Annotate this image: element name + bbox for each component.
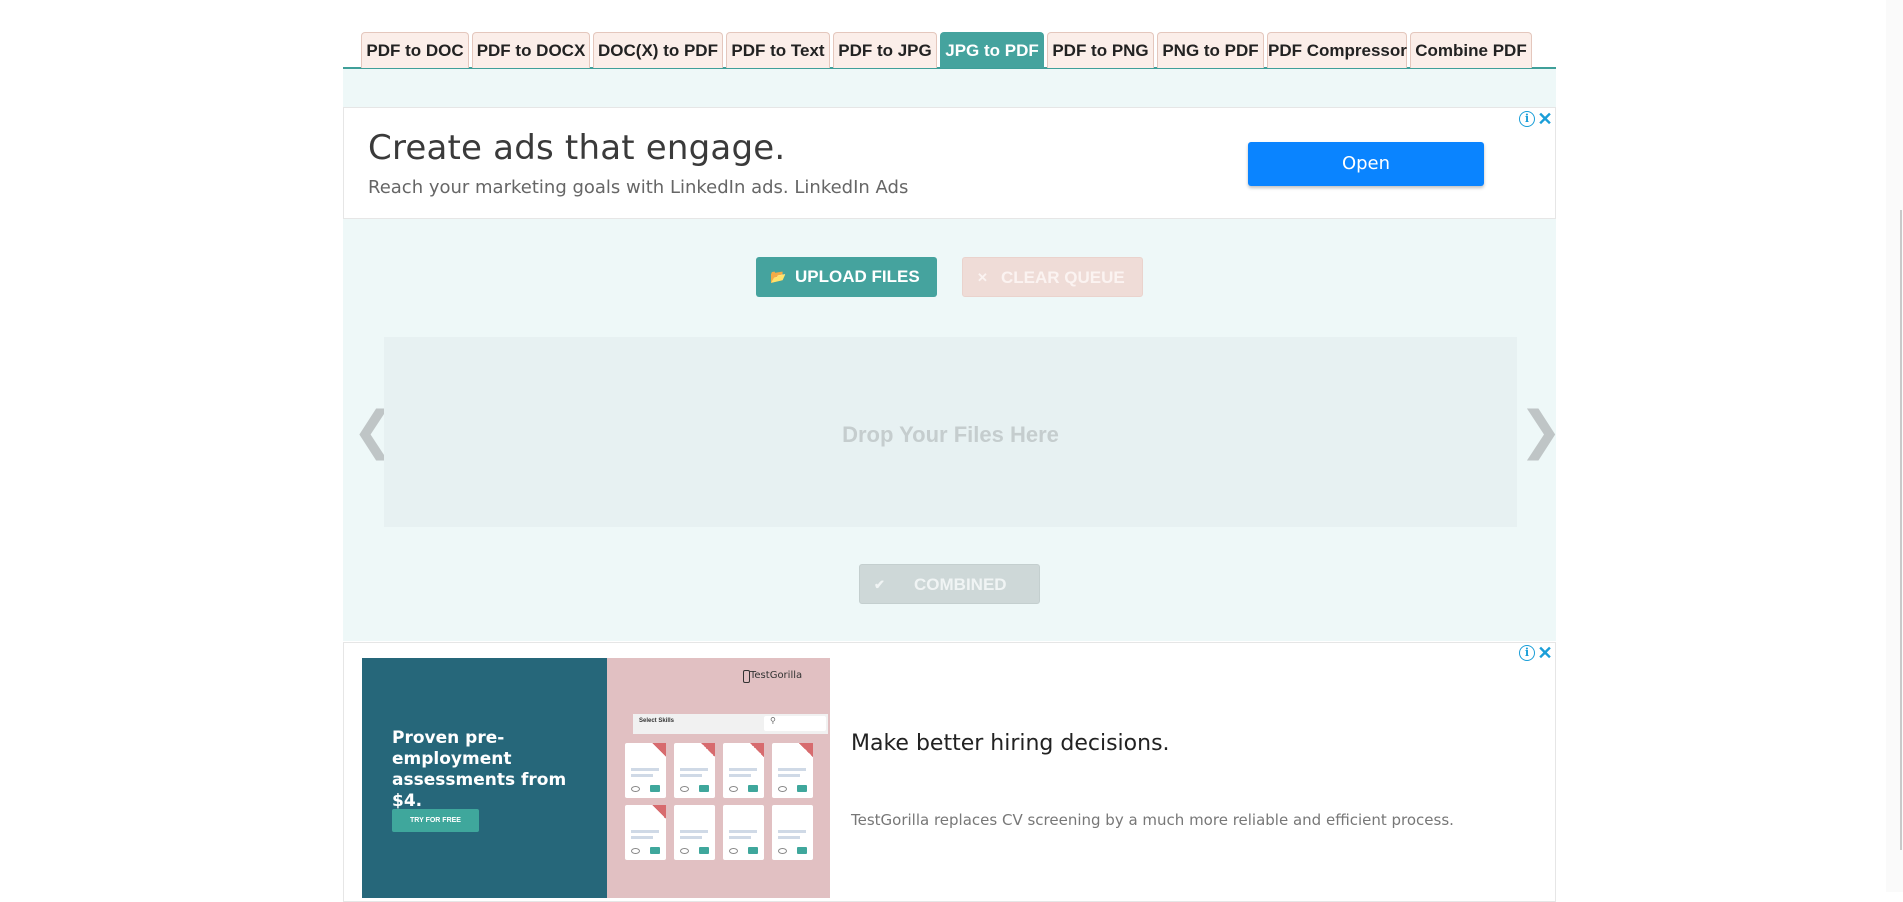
close-icon[interactable]: ✕	[1537, 644, 1553, 662]
card-ribbon	[652, 805, 666, 819]
card-line	[729, 774, 751, 777]
ad-choices-icon[interactable]: i	[1519, 645, 1535, 661]
close-icon: ✕	[977, 270, 988, 285]
skills-header: Select Skills ⚲	[633, 714, 828, 734]
page-scrollbar[interactable]	[1886, 0, 1903, 892]
tab-bar: PDF to DOC PDF to DOCX DOC(X) to PDF PDF…	[343, 0, 1556, 69]
card-line	[680, 830, 708, 833]
clear-queue-button[interactable]: ✕ CLEAR QUEUE	[962, 257, 1143, 297]
card-line	[778, 836, 800, 839]
ad-banner: Proven pre-employment assessments from $…	[362, 658, 607, 898]
folder-icon: 📂	[770, 269, 787, 284]
skill-card	[625, 805, 666, 860]
card-ribbon	[701, 743, 715, 757]
ad-product-image: TestGorilla Select Skills ⚲	[607, 658, 830, 898]
upload-files-label: UPLOAD FILES	[795, 267, 920, 286]
combined-label: COMBINED	[914, 575, 1007, 594]
testgorilla-logo-icon	[743, 670, 750, 683]
skill-card	[723, 805, 764, 860]
tab-png-to-pdf[interactable]: PNG to PDF	[1157, 32, 1264, 68]
card-line	[680, 836, 702, 839]
eye-icon	[631, 786, 640, 792]
eye-icon	[778, 848, 787, 854]
tab-pdf-to-docx[interactable]: PDF to DOCX	[472, 32, 590, 68]
eye-icon	[729, 786, 738, 792]
card-line	[680, 774, 702, 777]
add-icon	[748, 847, 758, 854]
ad-headline: Make better hiring decisions.	[851, 731, 1170, 756]
card-line	[680, 768, 708, 771]
brand-logo: TestGorilla	[750, 670, 803, 681]
tab-pdf-to-jpg[interactable]: PDF to JPG	[833, 32, 937, 68]
add-icon	[699, 785, 709, 792]
ad-body: TestGorilla replaces CV screening by a m…	[851, 811, 1454, 829]
ad-open-button[interactable]: Open	[1248, 142, 1484, 186]
testgorilla-ad[interactable]: Proven pre-employment assessments from $…	[343, 642, 1556, 902]
ad-text: Reach your marketing goals with LinkedIn…	[368, 177, 909, 198]
skill-card	[772, 805, 813, 860]
card-line	[631, 774, 653, 777]
clear-queue-label: CLEAR QUEUE	[1001, 268, 1125, 287]
search-icon: ⚲	[770, 716, 776, 725]
card-line	[778, 774, 800, 777]
skill-card	[625, 743, 666, 798]
combined-button[interactable]: ✔ COMBINED	[859, 564, 1040, 604]
card-line	[778, 768, 806, 771]
skills-search: ⚲	[764, 716, 826, 731]
upload-files-button[interactable]: 📂 UPLOAD FILES	[756, 257, 937, 297]
skill-card	[674, 805, 715, 860]
card-line	[631, 830, 659, 833]
tab-pdf-to-png[interactable]: PDF to PNG	[1047, 32, 1154, 68]
skill-card	[723, 743, 764, 798]
skill-card	[772, 743, 813, 798]
eye-icon	[778, 786, 787, 792]
card-ribbon	[652, 743, 666, 757]
add-icon	[699, 847, 709, 854]
add-icon	[748, 785, 758, 792]
tab-docx-to-pdf[interactable]: DOC(X) to PDF	[593, 32, 723, 68]
card-line	[631, 836, 653, 839]
tab-jpg-to-pdf[interactable]: JPG to PDF	[940, 32, 1044, 68]
eye-icon	[680, 848, 689, 854]
card-ribbon	[750, 743, 764, 757]
card-line	[778, 830, 806, 833]
skills-title: Select Skills	[639, 718, 675, 724]
eye-icon	[729, 848, 738, 854]
add-icon	[797, 785, 807, 792]
check-icon: ✔	[874, 577, 885, 592]
add-icon	[650, 785, 660, 792]
tab-pdf-compressor[interactable]: PDF Compressor	[1267, 32, 1407, 68]
tab-pdf-to-text[interactable]: PDF to Text	[726, 32, 830, 68]
card-line	[729, 768, 757, 771]
linkedin-ad[interactable]: Create ads that engage. Reach your marke…	[343, 107, 1556, 219]
ad-headline: Create ads that engage.	[368, 128, 786, 168]
drop-zone-text: Drop Your Files Here	[842, 422, 1059, 447]
card-line	[729, 836, 751, 839]
ad-choices-icon[interactable]: i	[1519, 111, 1535, 127]
eye-icon	[631, 848, 640, 854]
skill-card	[674, 743, 715, 798]
card-line	[631, 768, 659, 771]
eye-icon	[680, 786, 689, 792]
add-icon	[797, 847, 807, 854]
try-for-free-button[interactable]: TRY FOR FREE	[392, 809, 479, 832]
tab-combine-pdf[interactable]: Combine PDF	[1410, 32, 1532, 68]
add-icon	[650, 847, 660, 854]
tab-pdf-to-doc[interactable]: PDF to DOC	[361, 32, 469, 68]
scrollbar-thumb[interactable]	[1900, 210, 1902, 850]
next-arrow-icon[interactable]: ❯	[1519, 405, 1563, 457]
card-ribbon	[799, 743, 813, 757]
drop-zone[interactable]: Drop Your Files Here	[384, 337, 1517, 527]
ad-banner-text: Proven pre-employment assessments from $…	[392, 728, 567, 811]
close-icon[interactable]: ✕	[1537, 110, 1553, 128]
card-line	[729, 830, 757, 833]
